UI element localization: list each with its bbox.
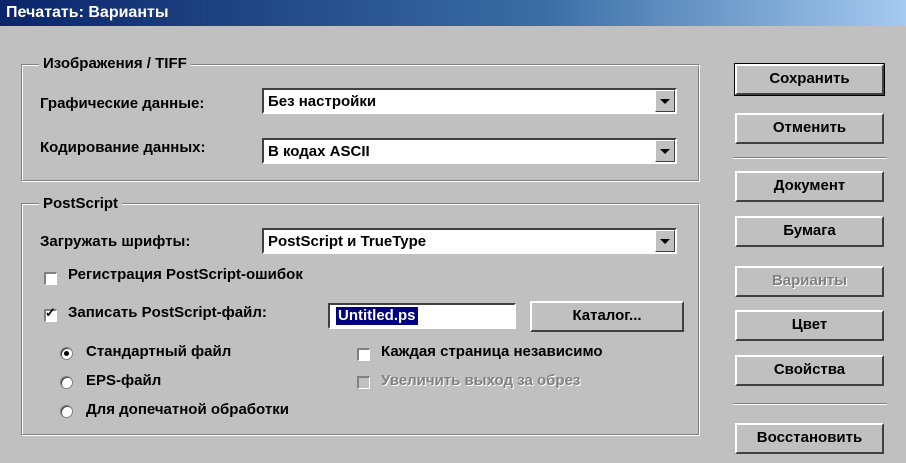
chevron-down-icon[interactable] [655,90,675,112]
cancel-button[interactable]: Отменить [735,113,884,144]
print-options-dialog: Печатать: Варианты Изображения / TIFF Гр… [0,0,906,463]
radio-prepress-label[interactable]: Для допечатной обработки [86,401,289,418]
properties-button[interactable]: Свойства [735,355,884,386]
bleed-label: Увеличить выход за обрез [381,372,581,389]
error-log-label[interactable]: Регистрация PostScript-ошибок [68,266,303,283]
images-tiff-group [21,64,700,182]
window-title: Печатать: Варианты [6,4,169,21]
download-fonts-value: PostScript и TrueType [268,233,427,250]
encoding-dropdown[interactable]: В кодах ASCII [262,138,677,164]
postscript-filename-input[interactable]: Untitled.ps [328,303,516,329]
write-file-label[interactable]: Записать PostScript-файл: [68,304,267,321]
radio-eps-file[interactable] [60,376,73,389]
radio-dot-icon [64,351,69,356]
save-button[interactable]: Сохранить [734,63,885,96]
download-fonts-label: Загружать шрифты: [40,233,191,250]
catalog-button[interactable]: Каталог... [530,301,684,332]
chevron-down-icon[interactable] [655,140,675,162]
buttons-separator [733,403,887,405]
color-button[interactable]: Цвет [735,310,884,341]
encoding-value: В кодах ASCII [268,143,370,160]
checkmark-icon: ✓ [45,305,56,320]
bleed-checkbox [357,376,370,389]
radio-standard-label[interactable]: Стандартный файл [86,343,231,360]
buttons-separator [733,157,887,159]
document-button[interactable]: Документ [735,171,884,202]
filename-value: Untitled.ps [336,307,418,325]
restore-button[interactable]: Восстановить [735,423,884,454]
graphic-data-dropdown[interactable]: Без настройки [262,88,677,114]
title-bar: Печатать: Варианты [0,0,906,26]
graphic-data-label: Графические данные: [40,95,205,112]
images-tiff-legend: Изображения / TIFF [39,55,191,72]
encoding-label: Кодирование данных: [40,139,206,156]
paper-button[interactable]: Бумага [735,216,884,247]
radio-prepress[interactable] [60,405,73,418]
download-fonts-dropdown[interactable]: PostScript и TrueType [262,228,677,254]
radio-standard-file[interactable] [60,347,73,360]
graphic-data-value: Без настройки [268,93,377,110]
each-page-checkbox[interactable] [357,348,370,361]
each-page-label[interactable]: Каждая страница независимо [381,343,603,360]
error-log-checkbox[interactable] [44,272,57,285]
write-file-checkbox[interactable]: ✓ [44,305,57,322]
postscript-legend: PostScript [39,195,123,212]
options-button: Варианты [735,266,884,297]
radio-eps-label[interactable]: EPS-файл [86,372,161,389]
chevron-down-icon[interactable] [655,230,675,252]
